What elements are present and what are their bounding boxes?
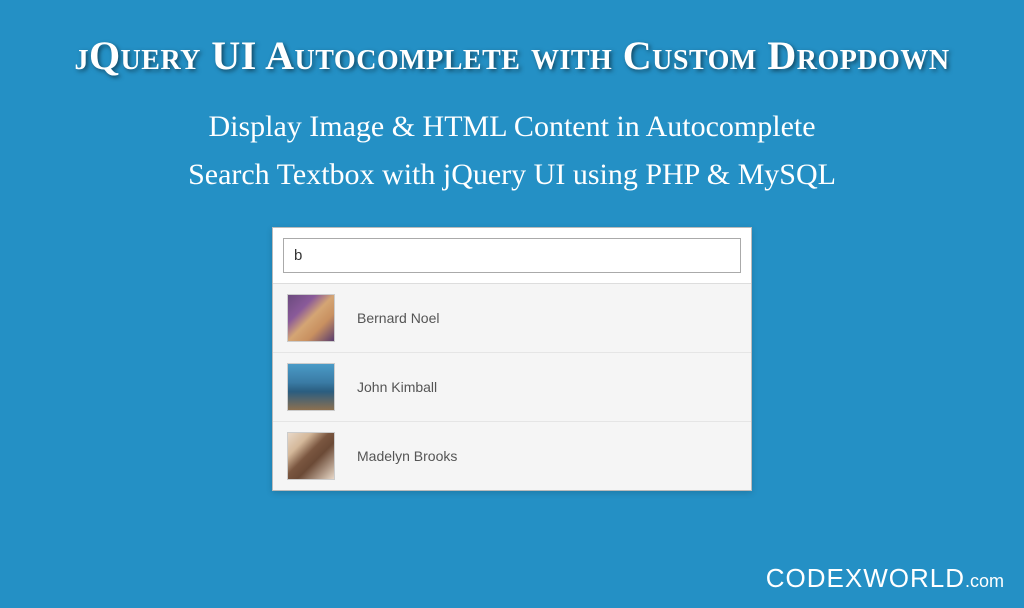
subtitle-line-1: Display Image & HTML Content in Autocomp… <box>208 110 815 143</box>
result-item[interactable]: John Kimball <box>273 353 751 422</box>
result-name: Bernard Noel <box>357 310 440 326</box>
subtitle-line-2: Search Textbox with jQuery UI using PHP … <box>188 158 836 191</box>
brand-suffix: .com <box>965 571 1004 591</box>
result-item[interactable]: Bernard Noel <box>273 284 751 353</box>
page-subtitle: Display Image & HTML Content in Autocomp… <box>0 103 1024 199</box>
avatar <box>287 432 335 480</box>
avatar <box>287 294 335 342</box>
autocomplete-demo: Bernard Noel John Kimball Madelyn Brooks <box>272 227 752 491</box>
brand-watermark: CODEXWORLD.com <box>766 563 1004 594</box>
autocomplete-results: Bernard Noel John Kimball Madelyn Brooks <box>273 283 751 490</box>
result-name: John Kimball <box>357 379 437 395</box>
brand-main: CODEXWORLD <box>766 563 965 593</box>
search-input[interactable] <box>283 238 741 273</box>
result-item[interactable]: Madelyn Brooks <box>273 422 751 490</box>
result-name: Madelyn Brooks <box>357 448 457 464</box>
avatar <box>287 363 335 411</box>
page-title: jQuery UI Autocomplete with Custom Dropd… <box>0 32 1024 79</box>
